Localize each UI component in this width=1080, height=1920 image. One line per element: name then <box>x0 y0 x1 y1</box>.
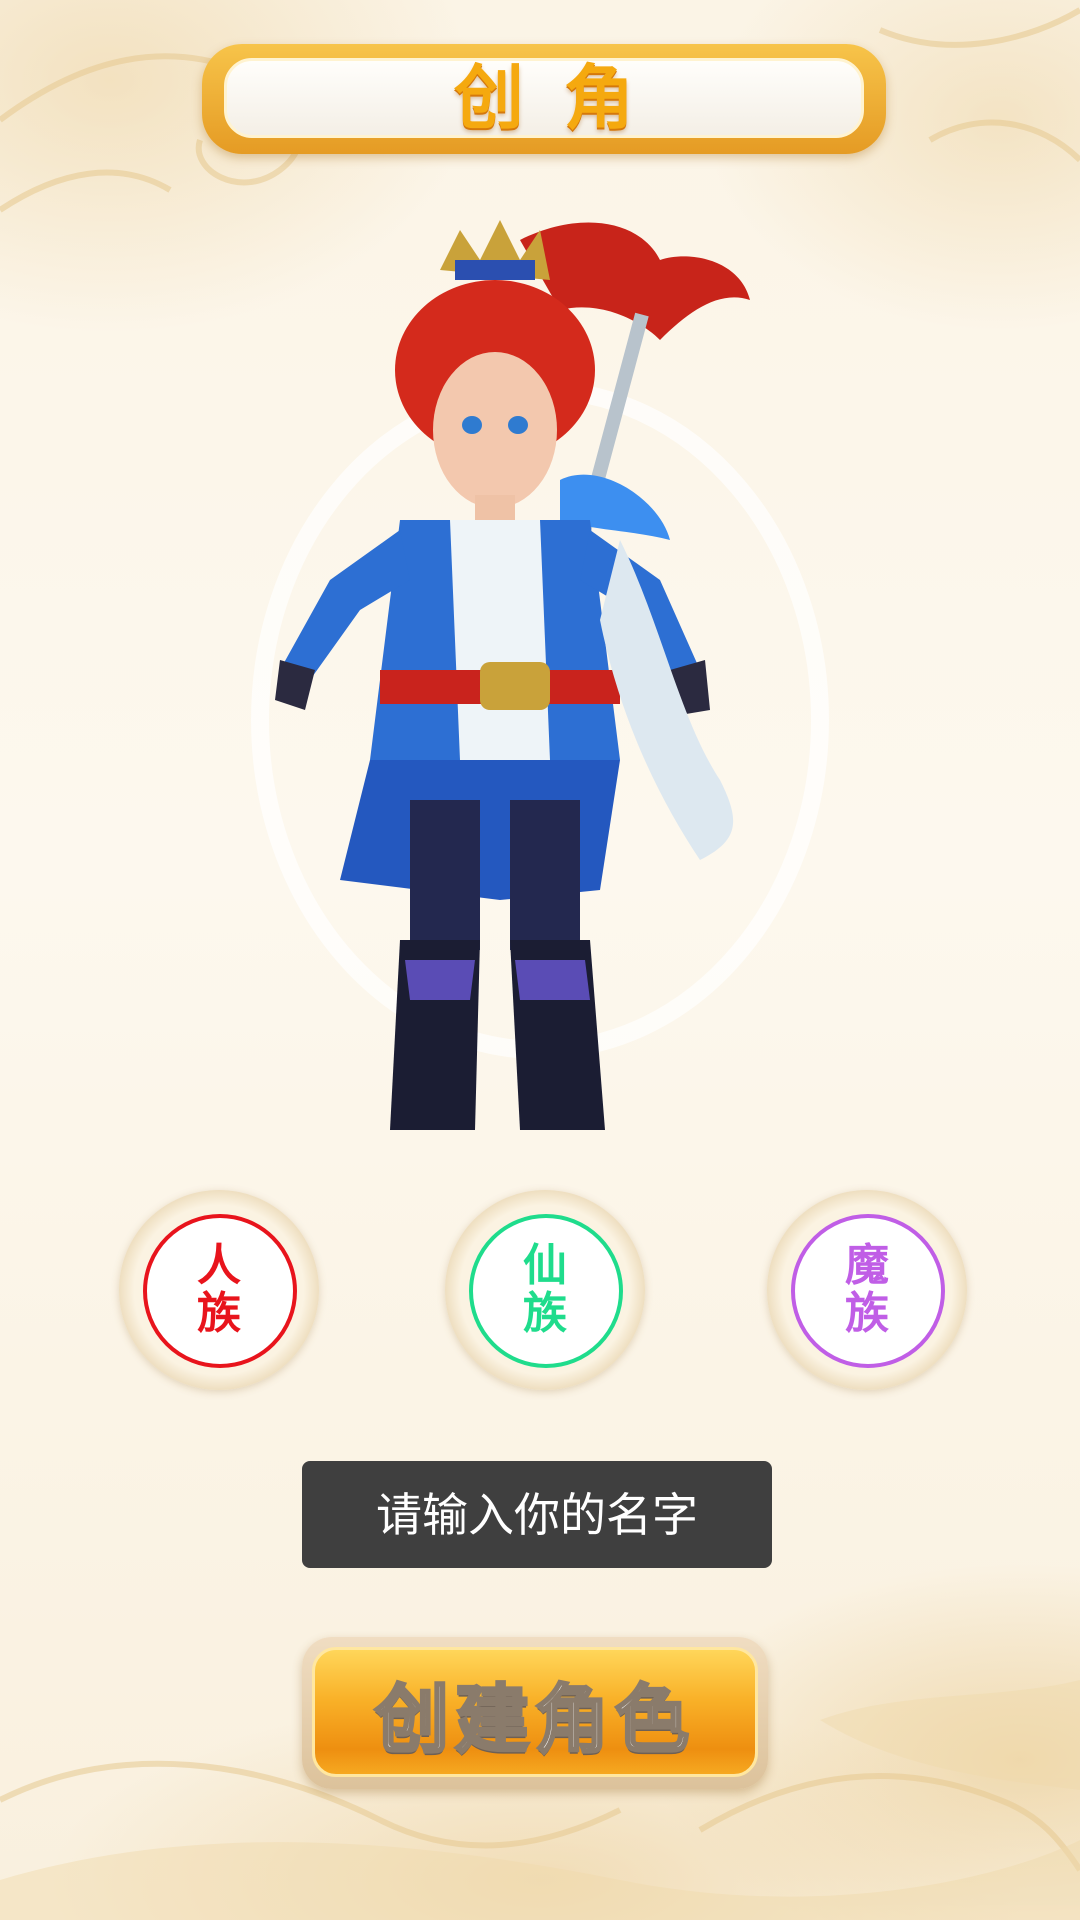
faction-immortal-label: 仙 族 <box>445 1242 645 1338</box>
title-banner: 创角 <box>202 44 886 154</box>
create-character-button-label: 创建角色 <box>374 1675 695 1764</box>
faction-demon-char-1: 魔 <box>845 1240 889 1291</box>
faction-immortal-char-1: 仙 <box>523 1240 567 1291</box>
faction-human-button[interactable]: 人 族 <box>119 1190 319 1390</box>
faction-human-label: 人 族 <box>119 1242 319 1338</box>
create-character-button[interactable]: 创建角色 <box>302 1637 768 1789</box>
faction-demon-button[interactable]: 魔 族 <box>767 1190 967 1390</box>
page-title: 创角 <box>454 57 674 139</box>
character-model-image <box>251 220 829 1130</box>
faction-human-char-1: 人 <box>197 1240 241 1291</box>
faction-immortal-char-2: 族 <box>523 1288 567 1339</box>
character-name-input[interactable] <box>302 1461 772 1568</box>
faction-immortal-button[interactable]: 仙 族 <box>445 1190 645 1390</box>
faction-human-char-2: 族 <box>197 1288 241 1339</box>
faction-demon-char-2: 族 <box>845 1288 889 1339</box>
faction-demon-label: 魔 族 <box>767 1242 967 1338</box>
